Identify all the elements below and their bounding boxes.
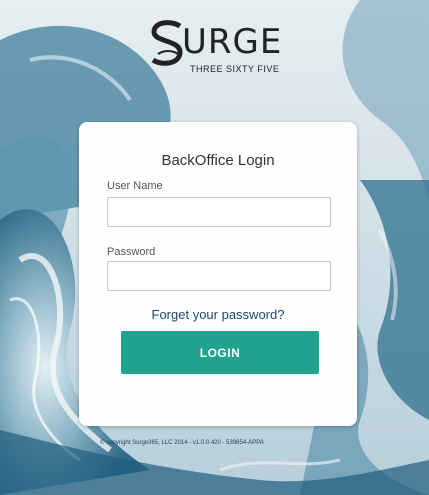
password-input[interactable] [107,261,331,291]
surge-s-mark-icon [151,20,183,66]
login-title: BackOffice Login [161,152,275,169]
surge-logo: URGE THREE SIXTY FIVE [150,16,290,74]
username-input[interactable] [107,197,331,227]
brand-tagline: THREE SIXTY FIVE [190,64,280,74]
brand-name: URGE [182,22,283,62]
forgot-password-link[interactable]: Forget your password? [79,307,357,322]
password-label: Password [107,246,156,258]
login-button[interactable]: LOGIN [121,331,319,374]
login-card: BackOffice Login User Name Password Forg… [79,122,357,426]
username-label: User Name [107,180,163,192]
copyright-footer: © copyright Surge365, LLC 2014 - v1.0.0.… [100,440,264,446]
